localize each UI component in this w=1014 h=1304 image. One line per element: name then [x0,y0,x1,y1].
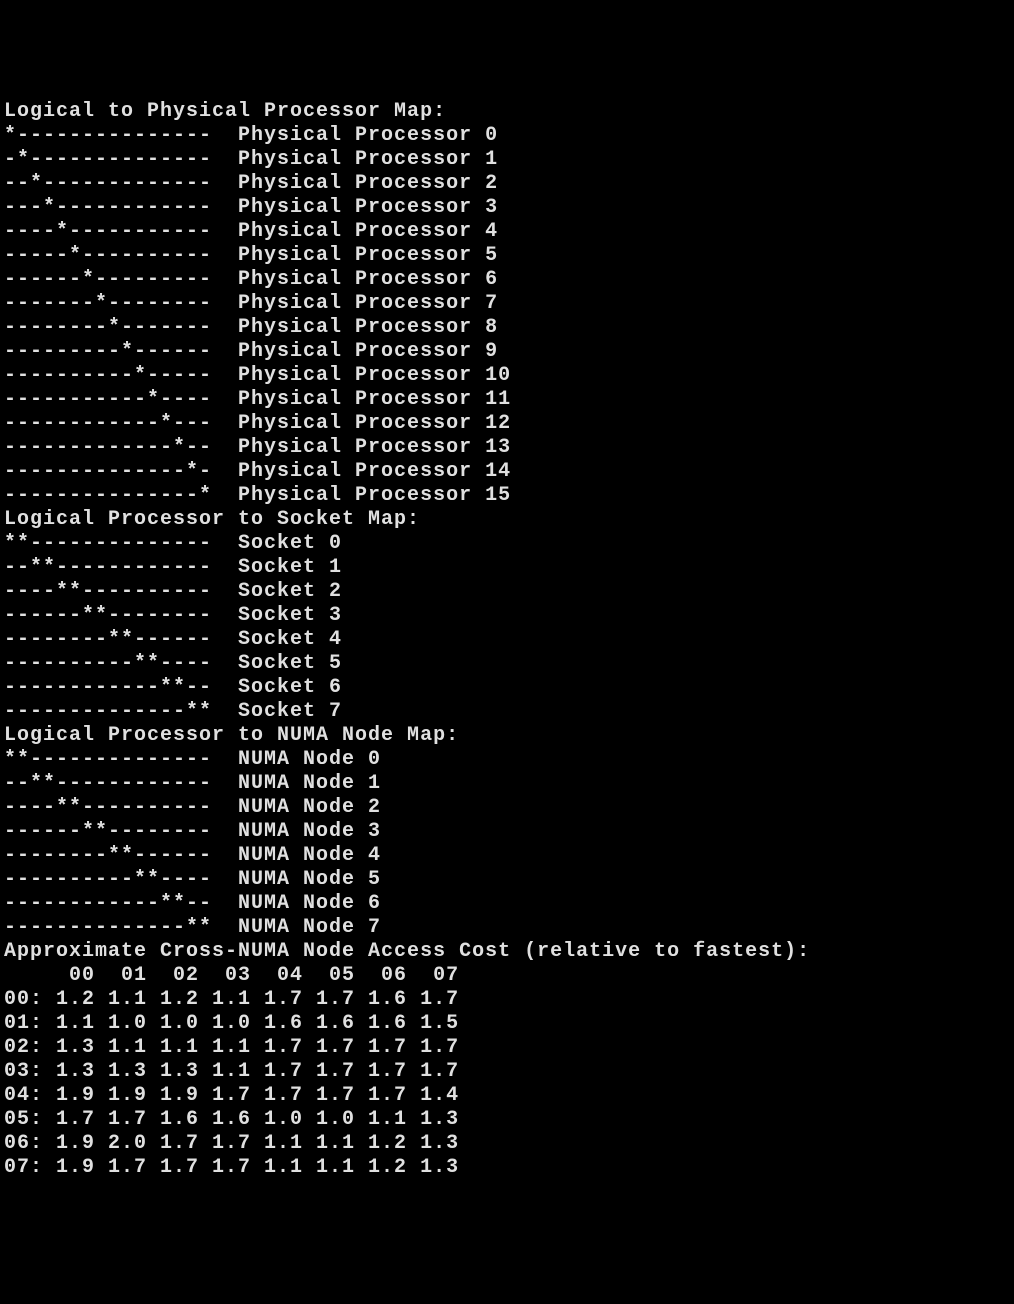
numa-cost-title: Approximate Cross-NUMA Node Access Cost … [4,940,1010,964]
socket-map-row: **-------------- Socket 0 [4,532,1010,556]
socket-map-row: --------**------ Socket 4 [4,628,1010,652]
physical-processor-map-row: ------------*--- Physical Processor 12 [4,412,1010,436]
numa-node-map-row: ----------**---- NUMA Node 5 [4,868,1010,892]
numa-node-map-title: Logical Processor to NUMA Node Map: [4,724,1010,748]
physical-processor-map-row: -------*-------- Physical Processor 7 [4,292,1010,316]
numa-cost-row: 00: 1.2 1.1 1.2 1.1 1.7 1.7 1.6 1.7 [4,988,1010,1012]
numa-node-map-row: ----**---------- NUMA Node 2 [4,796,1010,820]
physical-processor-map-row: *--------------- Physical Processor 0 [4,124,1010,148]
socket-map-row: ------**-------- Socket 3 [4,604,1010,628]
physical-processor-map-row: ---*------------ Physical Processor 3 [4,196,1010,220]
numa-node-map-row: ------------**-- NUMA Node 6 [4,892,1010,916]
numa-node-map-row: ------**-------- NUMA Node 3 [4,820,1010,844]
socket-map-row: ----**---------- Socket 2 [4,580,1010,604]
numa-node-map-row: --**------------ NUMA Node 1 [4,772,1010,796]
numa-node-map-row: --------------** NUMA Node 7 [4,916,1010,940]
physical-processor-map-row: ---------*------ Physical Processor 9 [4,340,1010,364]
socket-map-row: --**------------ Socket 1 [4,556,1010,580]
numa-cost-row: 03: 1.3 1.3 1.3 1.1 1.7 1.7 1.7 1.7 [4,1060,1010,1084]
physical-processor-map-title: Logical to Physical Processor Map: [4,100,1010,124]
physical-processor-map-row: ---------------* Physical Processor 15 [4,484,1010,508]
numa-cost-row: 02: 1.3 1.1 1.1 1.1 1.7 1.7 1.7 1.7 [4,1036,1010,1060]
numa-cost-row: 05: 1.7 1.7 1.6 1.6 1.0 1.0 1.1 1.3 [4,1108,1010,1132]
socket-map-row: ------------**-- Socket 6 [4,676,1010,700]
terminal-output: Logical to Physical Processor Map:*-----… [4,100,1010,1180]
physical-processor-map-row: -*-------------- Physical Processor 1 [4,148,1010,172]
physical-processor-map-row: ----*----------- Physical Processor 4 [4,220,1010,244]
numa-cost-row: 01: 1.1 1.0 1.0 1.0 1.6 1.6 1.6 1.5 [4,1012,1010,1036]
numa-node-map-row: --------**------ NUMA Node 4 [4,844,1010,868]
physical-processor-map-row: -------------*-- Physical Processor 13 [4,436,1010,460]
numa-cost-header: 00 01 02 03 04 05 06 07 [4,964,1010,988]
numa-cost-row: 06: 1.9 2.0 1.7 1.7 1.1 1.1 1.2 1.3 [4,1132,1010,1156]
numa-cost-row: 04: 1.9 1.9 1.9 1.7 1.7 1.7 1.7 1.4 [4,1084,1010,1108]
physical-processor-map-row: -----*---------- Physical Processor 5 [4,244,1010,268]
physical-processor-map-row: --*------------- Physical Processor 2 [4,172,1010,196]
numa-cost-row: 07: 1.9 1.7 1.7 1.7 1.1 1.1 1.2 1.3 [4,1156,1010,1180]
physical-processor-map-row: --------------*- Physical Processor 14 [4,460,1010,484]
socket-map-row: --------------** Socket 7 [4,700,1010,724]
physical-processor-map-row: ----------*----- Physical Processor 10 [4,364,1010,388]
numa-node-map-row: **-------------- NUMA Node 0 [4,748,1010,772]
physical-processor-map-row: ------*--------- Physical Processor 6 [4,268,1010,292]
socket-map-row: ----------**---- Socket 5 [4,652,1010,676]
socket-map-title: Logical Processor to Socket Map: [4,508,1010,532]
physical-processor-map-row: --------*------- Physical Processor 8 [4,316,1010,340]
physical-processor-map-row: -----------*---- Physical Processor 11 [4,388,1010,412]
